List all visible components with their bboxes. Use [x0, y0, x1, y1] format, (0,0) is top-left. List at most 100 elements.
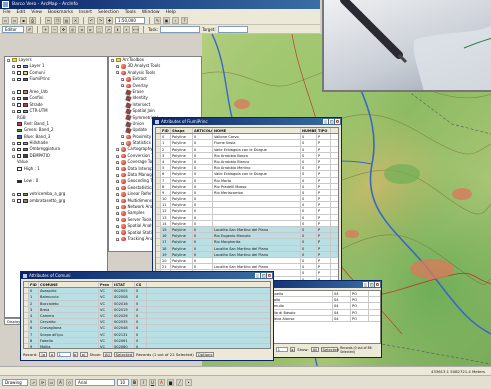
expand-icon[interactable]: −: [7, 58, 11, 62]
close-button[interactable]: ×: [335, 119, 340, 124]
column-header[interactable]: Prov: [99, 282, 113, 288]
options-button[interactable]: Options: [195, 352, 215, 357]
expand-icon[interactable]: +: [116, 167, 120, 171]
record-number-field[interactable]: 1: [275, 347, 288, 352]
task-dropdown[interactable]: [159, 26, 200, 33]
expand-icon[interactable]: +: [116, 186, 120, 190]
record-number-field[interactable]: 1: [56, 352, 71, 357]
editor-toolbar-icon[interactable]: ✎: [154, 17, 161, 24]
next-record-button[interactable]: ▸: [72, 352, 79, 357]
column-header[interactable]: ARTICOLO: [193, 128, 213, 134]
new-document-icon[interactable]: ▫: [2, 17, 9, 24]
show-all-button[interactable]: All: [102, 352, 112, 357]
expand-icon[interactable]: +: [116, 148, 120, 152]
copy-icon[interactable]: ❐: [54, 17, 61, 24]
expand-icon[interactable]: +: [116, 65, 120, 69]
delete-icon[interactable]: ✕: [72, 17, 79, 24]
font-color-icon[interactable]: A: [158, 379, 165, 386]
column-header[interactable]: NUMBE: [301, 128, 317, 134]
rectangle-icon[interactable]: ▭: [48, 379, 55, 386]
maximize-button[interactable]: □: [369, 282, 374, 287]
expand-icon[interactable]: +: [116, 160, 120, 164]
show-all-button[interactable]: All: [310, 347, 319, 352]
attribute-grid[interactable]: FID COMUNE Prov ISTAT CS 0 Avaspirio VC 002005 0 1…: [23, 281, 271, 349]
expand-icon[interactable]: +: [116, 218, 120, 222]
column-header[interactable]: CS: [135, 282, 147, 288]
expand-icon[interactable]: +: [12, 199, 16, 203]
expand-icon[interactable]: +: [116, 237, 120, 241]
maximize-button[interactable]: □: [329, 119, 334, 124]
layer-checkbox[interactable]: [17, 77, 21, 82]
open-icon[interactable]: ▭: [11, 17, 18, 24]
close-button[interactable]: ×: [375, 282, 380, 287]
layer-checkbox[interactable]: [17, 141, 21, 146]
show-selected-button[interactable]: Selected: [113, 352, 135, 357]
column-header[interactable]: FID: [29, 282, 39, 288]
add-data-icon[interactable]: ✚: [106, 17, 113, 24]
expand-icon[interactable]: +: [121, 141, 125, 145]
column-header[interactable]: ISTAT: [113, 282, 135, 288]
expand-icon[interactable]: −: [111, 58, 115, 62]
drawing-menu[interactable]: Drawing: [2, 379, 28, 386]
save-icon[interactable]: ▪: [20, 17, 27, 24]
minimize-button[interactable]: _: [363, 282, 368, 287]
menu-tools[interactable]: Tools: [125, 9, 136, 16]
find-icon[interactable]: ⌕: [123, 26, 130, 33]
italic-icon[interactable]: I: [140, 379, 147, 386]
expand-icon[interactable]: +: [12, 71, 16, 75]
expand-icon[interactable]: +: [116, 154, 120, 158]
minimize-button[interactable]: _: [255, 273, 260, 278]
layer-checkbox[interactable]: [17, 71, 21, 75]
select-elements-icon[interactable]: ➚: [105, 26, 112, 33]
select-features-icon[interactable]: ⬚: [96, 26, 103, 33]
font-size-dropdown[interactable]: 10: [117, 379, 129, 386]
sketch-tool-icon[interactable]: ✐: [26, 26, 33, 33]
maximize-button[interactable]: □: [261, 273, 266, 278]
expand-icon[interactable]: +: [121, 77, 125, 81]
expand-icon[interactable]: +: [116, 212, 120, 216]
zoom-in-icon[interactable]: +: [42, 26, 49, 33]
expand-icon[interactable]: +: [121, 84, 125, 88]
pan-icon[interactable]: ✥: [60, 26, 67, 33]
expand-icon[interactable]: +: [12, 90, 16, 94]
menu-view[interactable]: View: [31, 9, 42, 16]
expand-icon[interactable]: +: [12, 141, 16, 145]
paste-icon[interactable]: ▤: [63, 17, 70, 24]
marker-color-icon[interactable]: •: [185, 379, 192, 386]
fill-color-icon[interactable]: ▆: [167, 379, 174, 386]
expand-icon[interactable]: +: [12, 103, 16, 107]
menu-window[interactable]: Window: [142, 9, 160, 16]
layer-checkbox[interactable]: [17, 90, 21, 94]
help-icon[interactable]: ?: [181, 17, 188, 24]
layer-checkbox[interactable]: [17, 64, 21, 69]
expand-icon[interactable]: +: [12, 192, 16, 196]
print-icon[interactable]: ⎙: [29, 17, 36, 24]
undo-icon[interactable]: ↶: [88, 17, 95, 24]
next-record-button[interactable]: ▸: [289, 347, 296, 352]
menu-file[interactable]: File: [3, 9, 11, 16]
layer-checkbox[interactable]: [17, 96, 21, 101]
column-header[interactable]: TIPO: [317, 128, 331, 134]
bold-icon[interactable]: B: [131, 379, 138, 386]
zoom-out-icon[interactable]: −: [51, 26, 58, 33]
select-elements-icon[interactable]: ➚: [30, 379, 37, 386]
expand-icon[interactable]: +: [116, 231, 120, 235]
minimize-button[interactable]: _: [323, 119, 328, 124]
line-color-icon[interactable]: ╱: [176, 379, 183, 386]
text-icon[interactable]: A: [57, 379, 64, 386]
underline-icon[interactable]: U: [149, 379, 156, 386]
expand-icon[interactable]: +: [12, 97, 16, 101]
forward-extent-icon[interactable]: ▸: [87, 26, 94, 33]
last-record-button[interactable]: ▸|: [80, 352, 88, 357]
menu-bookmarks[interactable]: Bookmarks: [48, 9, 73, 16]
expand-icon[interactable]: +: [12, 154, 16, 158]
expand-icon[interactable]: +: [12, 65, 16, 69]
menu-insert[interactable]: Insert: [79, 9, 92, 16]
menu-edit[interactable]: Edit: [17, 9, 26, 16]
column-header[interactable]: NOME: [213, 128, 301, 134]
target-dropdown[interactable]: [217, 26, 248, 33]
full-extent-icon[interactable]: ◎: [69, 26, 76, 33]
column-header[interactable]: COMUNE: [39, 282, 99, 288]
measure-icon[interactable]: ⟷: [132, 26, 139, 33]
expand-icon[interactable]: +: [116, 192, 120, 196]
